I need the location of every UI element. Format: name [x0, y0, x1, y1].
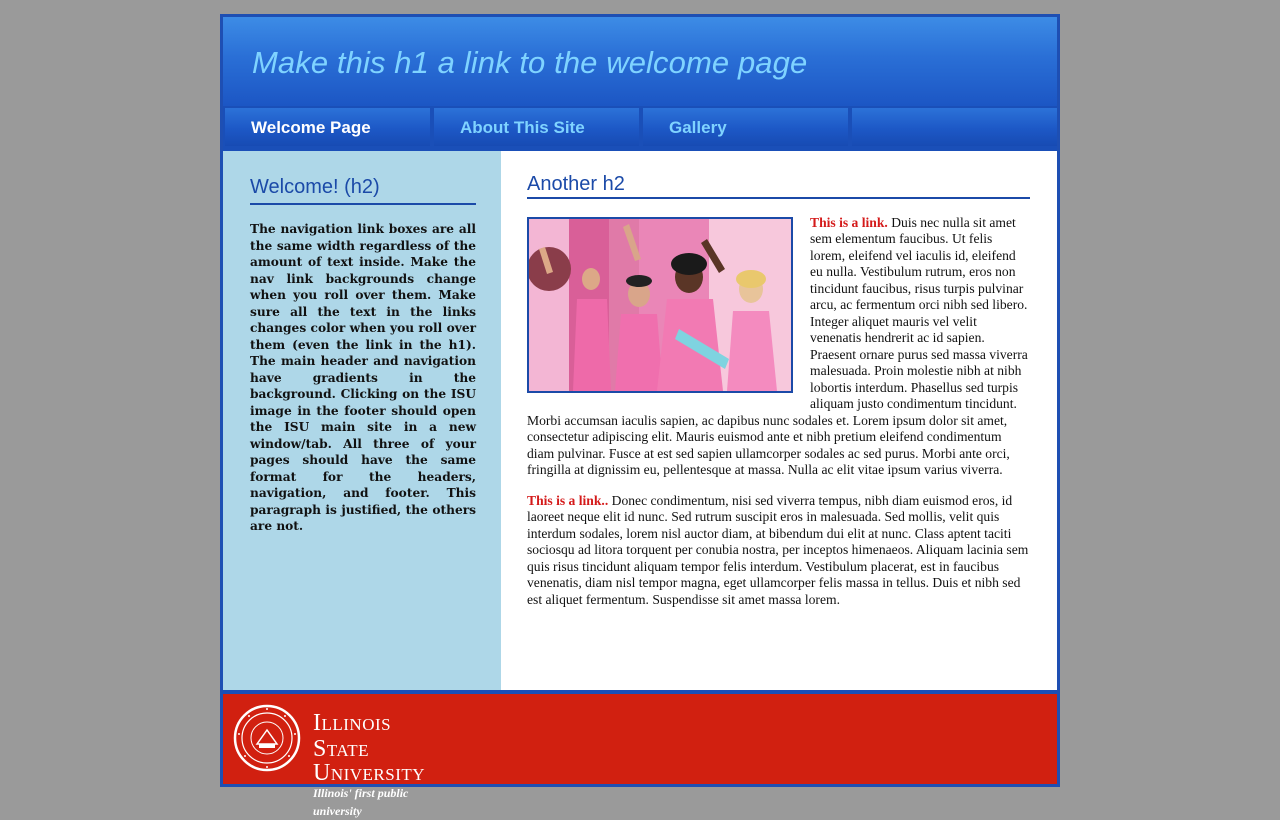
isu-name-line-2: University: [313, 760, 426, 786]
photo-image: [527, 216, 793, 393]
page-container: Make this h1 a link to the welcome page …: [220, 14, 1060, 818]
sidebar-paragraph: The navigation link boxes are all the sa…: [250, 222, 476, 533]
site-header: Make this h1 a link to the welcome page: [223, 17, 1057, 106]
isu-seal-icon: [233, 704, 301, 772]
site-title-link[interactable]: Make this h1 a link to the welcome page: [252, 45, 807, 80]
sidebar: Welcome! (h2) The navigation link boxes …: [223, 151, 501, 690]
isu-name-line-1: Illinois State: [313, 710, 392, 762]
nav-about-this-site[interactable]: About This Site: [434, 108, 639, 146]
nav-welcome-page[interactable]: Welcome Page: [225, 108, 430, 146]
site-title: Make this h1 a link to the welcome page: [252, 45, 807, 81]
nav-gallery[interactable]: Gallery: [643, 108, 848, 146]
isu-wordmark: Illinois State University Illinois' firs…: [313, 710, 425, 820]
main-paragraph-2: This is a link.. Donec condimentum, nisi…: [527, 493, 1030, 609]
sidebar-heading: Welcome! (h2): [250, 176, 476, 205]
main-nav: Welcome Page About This Site Gallery: [223, 106, 1057, 148]
site-footer: Illinois State University Illinois' firs…: [223, 694, 1057, 818]
main-heading: Another h2: [527, 174, 1030, 199]
isu-logo-link[interactable]: Illinois State University Illinois' firs…: [233, 704, 425, 818]
main-paragraph-2-text: Donec condimentum, nisi sed viverra temp…: [527, 492, 1029, 607]
isu-tagline: Illinois' first public university: [313, 786, 409, 818]
inline-link-1[interactable]: This is a link.: [810, 215, 888, 230]
main-content: Another h2 This is a link. Duis nec null…: [501, 151, 1057, 690]
inline-link-2[interactable]: This is a link..: [527, 493, 608, 508]
nav-empty-slot[interactable]: [852, 108, 1057, 146]
